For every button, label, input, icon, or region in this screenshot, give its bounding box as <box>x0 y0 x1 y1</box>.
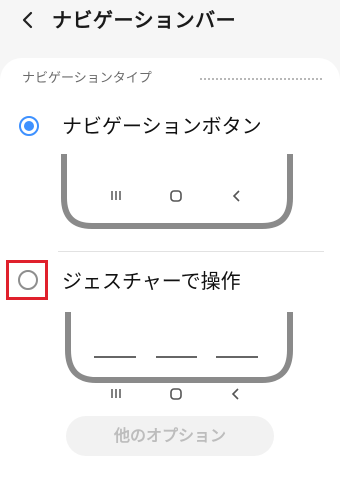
other-options-button[interactable]: 他のオプション <box>66 416 274 456</box>
section-label: ナビゲーションタイプ <box>22 71 152 86</box>
page-title: ナビゲーションバー <box>52 8 237 32</box>
chevron-left-icon <box>22 11 33 29</box>
app-header: ナビゲーションバー <box>0 0 340 44</box>
section-divider-dotted <box>200 78 322 80</box>
radio-gestures[interactable] <box>18 270 38 290</box>
radio-navigation-buttons[interactable] <box>19 116 39 136</box>
back-button[interactable] <box>16 6 40 34</box>
options-divider <box>58 251 324 252</box>
option-label-gestures[interactable]: ジェスチャーで操作 <box>62 267 241 295</box>
option-label-navigation-buttons[interactable]: ナビゲーションボタン <box>62 112 262 140</box>
